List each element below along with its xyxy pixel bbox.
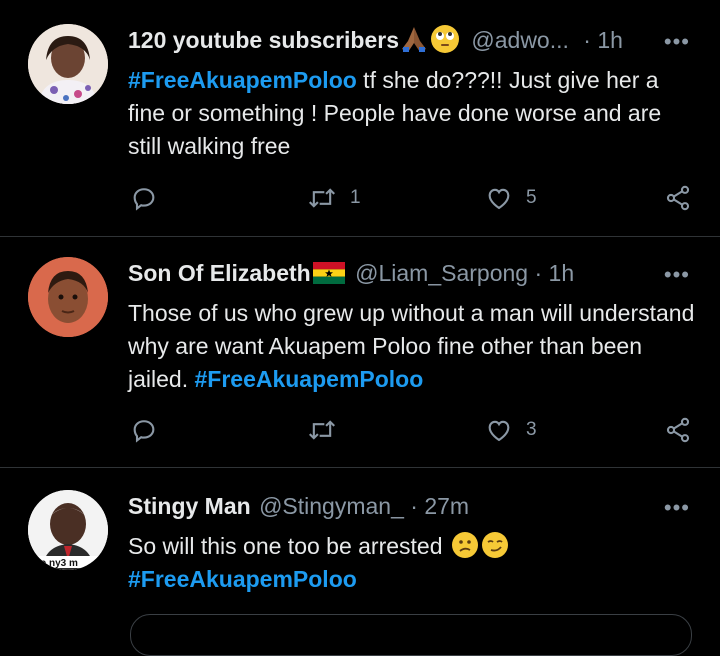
- display-name[interactable]: Son Of Elizabeth: [128, 260, 311, 286]
- like-icon: [488, 188, 510, 210]
- share-button[interactable]: [664, 184, 692, 212]
- like-icon: [488, 420, 510, 442]
- more-icon[interactable]: •••: [664, 262, 690, 288]
- retweet-count: 1: [350, 187, 361, 208]
- share-icon: [666, 185, 690, 211]
- display-name[interactable]: 120 youtube subscribers: [128, 27, 399, 53]
- display-name[interactable]: Stingy Man: [128, 493, 251, 519]
- retweet-button[interactable]: 1: [306, 184, 361, 212]
- timestamp[interactable]: 27m: [424, 493, 469, 519]
- like-button[interactable]: 5: [484, 184, 537, 212]
- tweet-text: So will this one too be arrested #FreeAk…: [128, 530, 698, 596]
- separator-dot: ·: [534, 260, 543, 286]
- like-count: 5: [526, 187, 537, 208]
- tweet-text: #FreeAkuapemPoloo tf she do???!! Just gi…: [128, 64, 698, 163]
- praying-hands-emoji: [399, 25, 429, 53]
- timestamp[interactable]: 1h: [597, 27, 623, 53]
- action-bar: 3: [128, 416, 698, 448]
- tweet-2[interactable]: Son Of Elizabeth @Liam_Sarpong · 1h ••• …: [0, 237, 720, 467]
- hashtag-link[interactable]: #FreeAkuapemPoloo: [128, 67, 357, 93]
- rolling-eyes-emoji: [431, 25, 459, 53]
- ghana-flag-emoji: [312, 261, 345, 284]
- avatar-caption: no ny3 m: [34, 558, 78, 569]
- avatar[interactable]: [28, 24, 108, 104]
- like-count: 3: [526, 419, 537, 440]
- more-icon[interactable]: •••: [664, 29, 690, 55]
- tweet-text-content: So will this one too be arrested: [128, 533, 449, 559]
- avatar[interactable]: no ny3 m: [28, 490, 108, 570]
- like-button[interactable]: 3: [484, 416, 537, 444]
- retweet-icon: [309, 420, 335, 440]
- handle[interactable]: @adwo...: [471, 27, 569, 53]
- smirk-emoji: [481, 531, 509, 559]
- tweet-3[interactable]: no ny3 m Stingy Man @Stingyman_ · 27m ••…: [0, 468, 720, 632]
- reply-compose-box[interactable]: [130, 614, 692, 656]
- confused-emoji: [451, 531, 479, 559]
- share-button[interactable]: [664, 416, 692, 444]
- hashtag-link[interactable]: #FreeAkuapemPoloo: [128, 566, 357, 592]
- more-icon[interactable]: •••: [664, 495, 690, 521]
- handle[interactable]: @Liam_Sarpong: [355, 260, 528, 286]
- reply-icon: [133, 420, 155, 443]
- retweet-button[interactable]: [306, 416, 338, 444]
- separator-dot: ·: [583, 27, 591, 53]
- tweet-text: Those of us who grew up without a man wi…: [128, 297, 698, 396]
- timestamp[interactable]: 1h: [549, 260, 575, 286]
- hashtag-link[interactable]: #FreeAkuapemPoloo: [194, 366, 423, 392]
- separator-dot: ·: [410, 493, 418, 519]
- share-icon: [666, 417, 690, 443]
- handle[interactable]: @Stingyman_: [259, 493, 404, 519]
- tweet-header: 120 youtube subscribers @adwo... · 1h: [128, 25, 623, 55]
- reply-icon: [133, 188, 155, 211]
- tweet-header: Son Of Elizabeth @Liam_Sarpong · 1h: [128, 258, 574, 288]
- reply-button[interactable]: [130, 184, 158, 212]
- avatar[interactable]: [28, 257, 108, 337]
- action-bar: 1 5: [128, 184, 698, 216]
- tweet-1[interactable]: 120 youtube subscribers @adwo... · 1h ••…: [0, 0, 720, 236]
- reply-button[interactable]: [130, 416, 158, 444]
- retweet-icon: [309, 188, 335, 208]
- tweet-header: Stingy Man @Stingyman_ · 27m: [128, 491, 469, 521]
